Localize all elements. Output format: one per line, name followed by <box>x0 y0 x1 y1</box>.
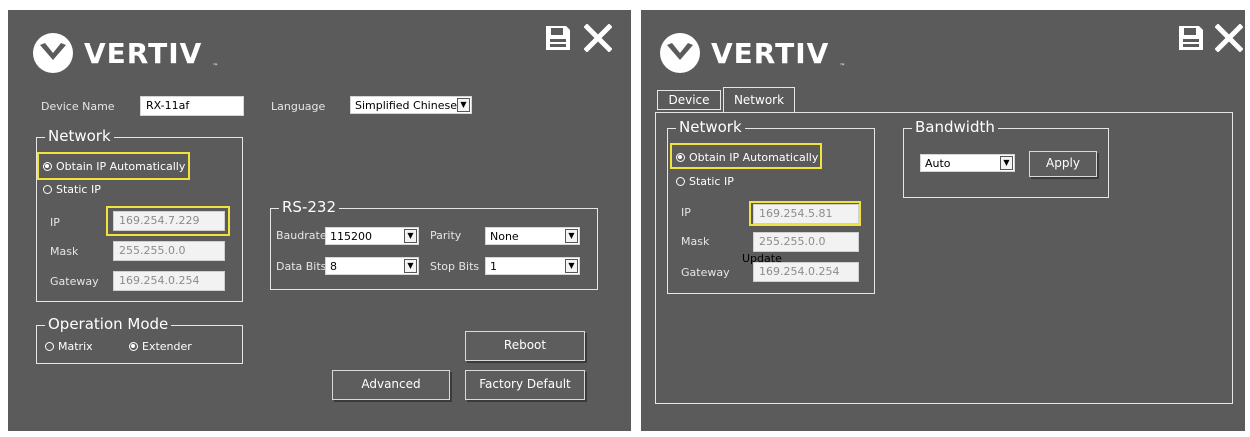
databits-select[interactable]: 8 ▼ <box>325 257 419 275</box>
extender-label: Extender <box>142 340 192 353</box>
factory-default-button[interactable]: Factory Default <box>465 370 585 400</box>
network-settings-panel: VERTIV ™ Device Network Network Obtain I… <box>641 10 1245 431</box>
ip-input[interactable]: 169.254.5.81 <box>753 204 859 224</box>
stopbits-value: 1 <box>490 260 497 273</box>
ip-label: IP <box>681 206 691 219</box>
advanced-button[interactable]: Advanced <box>332 370 450 400</box>
language-value: Simplified Chinese <box>355 99 457 112</box>
reboot-button[interactable]: Reboot <box>465 331 585 361</box>
obtain-ip-auto-label: Obtain IP Automatically <box>689 151 819 164</box>
tab-network[interactable]: Network <box>723 87 795 112</box>
radio-selected-icon <box>129 342 138 351</box>
static-ip-label: Static IP <box>689 175 734 188</box>
save-icon[interactable] <box>544 24 572 56</box>
baudrate-value: 115200 <box>330 230 372 243</box>
rs232-group-title: RS-232 <box>279 198 339 216</box>
bandwidth-group-title: Bandwidth <box>912 118 998 136</box>
gateway-input[interactable]: 169.254.0.254 <box>113 271 225 291</box>
radio-selected-icon <box>676 153 685 162</box>
static-ip-label: Static IP <box>56 183 101 196</box>
bandwidth-value: Auto <box>925 157 951 170</box>
tab-device[interactable]: Device <box>657 90 721 110</box>
mask-label: Mask <box>50 245 79 258</box>
brand-trademark: ™ <box>212 63 219 70</box>
baudrate-label: Baudrate <box>276 229 327 242</box>
gateway-input[interactable]: 169.254.0.254 <box>753 262 859 282</box>
save-icon[interactable] <box>1177 24 1205 56</box>
brand-name: VERTIV <box>84 36 203 70</box>
device-name-input[interactable]: RX-11af <box>140 96 244 116</box>
vertiv-logo: VERTIV ™ <box>32 32 218 74</box>
extender-radio[interactable]: Extender <box>129 340 192 353</box>
chevron-down-icon: ▼ <box>565 229 578 243</box>
mask-input[interactable]: 255.255.0.0 <box>753 232 859 252</box>
close-icon[interactable] <box>1214 23 1244 56</box>
obtain-ip-auto-radio[interactable]: Obtain IP Automatically <box>676 151 818 164</box>
parity-select[interactable]: None ▼ <box>485 227 580 245</box>
bandwidth-select[interactable]: Auto ▼ <box>920 154 1015 172</box>
vertiv-chevron-logo-icon <box>660 33 700 73</box>
obtain-ip-auto-radio[interactable]: Obtain IP Automatically <box>43 160 185 173</box>
radio-unselected-icon <box>43 185 52 194</box>
mask-input[interactable]: 255.255.0.0 <box>113 241 225 261</box>
parity-value: None <box>490 230 519 243</box>
databits-value: 8 <box>330 260 337 273</box>
radio-unselected-icon <box>676 177 685 186</box>
operation-mode-title: Operation Mode <box>45 315 172 333</box>
chevron-down-icon: ▼ <box>404 259 417 273</box>
vertiv-chevron-logo-icon <box>33 33 73 73</box>
ip-label: IP <box>50 216 60 229</box>
radio-selected-icon <box>43 162 52 171</box>
matrix-label: Matrix <box>58 340 93 353</box>
baudrate-select[interactable]: 115200 ▼ <box>325 227 419 245</box>
rs232-group: RS-232 <box>270 198 598 290</box>
device-settings-panel: VERTIV ™ Device Name RX-11af Language Si… <box>8 10 631 431</box>
network-group-title: Network <box>676 118 745 136</box>
close-icon[interactable] <box>583 23 613 56</box>
gateway-label: Gateway <box>50 275 99 288</box>
matrix-radio[interactable]: Matrix <box>45 340 93 353</box>
mask-label: Mask <box>681 235 710 248</box>
chevron-down-icon: ▼ <box>404 229 417 243</box>
stopbits-label: Stop Bits <box>430 260 480 273</box>
brand-name: VERTIV <box>711 36 830 70</box>
brand-trademark: ™ <box>839 63 846 70</box>
apply-button[interactable]: Apply <box>1029 151 1097 177</box>
language-label: Language <box>271 100 326 113</box>
chevron-down-icon: ▼ <box>457 98 470 112</box>
chevron-down-icon: ▼ <box>565 259 578 273</box>
chevron-down-icon: ▼ <box>1000 156 1013 170</box>
static-ip-radio[interactable]: Static IP <box>43 183 101 196</box>
ip-input[interactable]: 169.254.7.229 <box>113 211 225 231</box>
static-ip-radio[interactable]: Static IP <box>676 175 734 188</box>
databits-label: Data Bits <box>276 260 327 273</box>
obtain-ip-auto-label: Obtain IP Automatically <box>56 160 186 173</box>
gateway-label: Gateway <box>681 266 730 279</box>
stopbits-select[interactable]: 1 ▼ <box>485 257 580 275</box>
device-name-label: Device Name <box>41 100 115 113</box>
language-select[interactable]: Simplified Chinese ▼ <box>350 96 472 114</box>
parity-label: Parity <box>430 229 462 242</box>
radio-unselected-icon <box>45 342 54 351</box>
vertiv-logo: VERTIV ™ <box>659 32 845 74</box>
network-group-title: Network <box>45 127 114 145</box>
